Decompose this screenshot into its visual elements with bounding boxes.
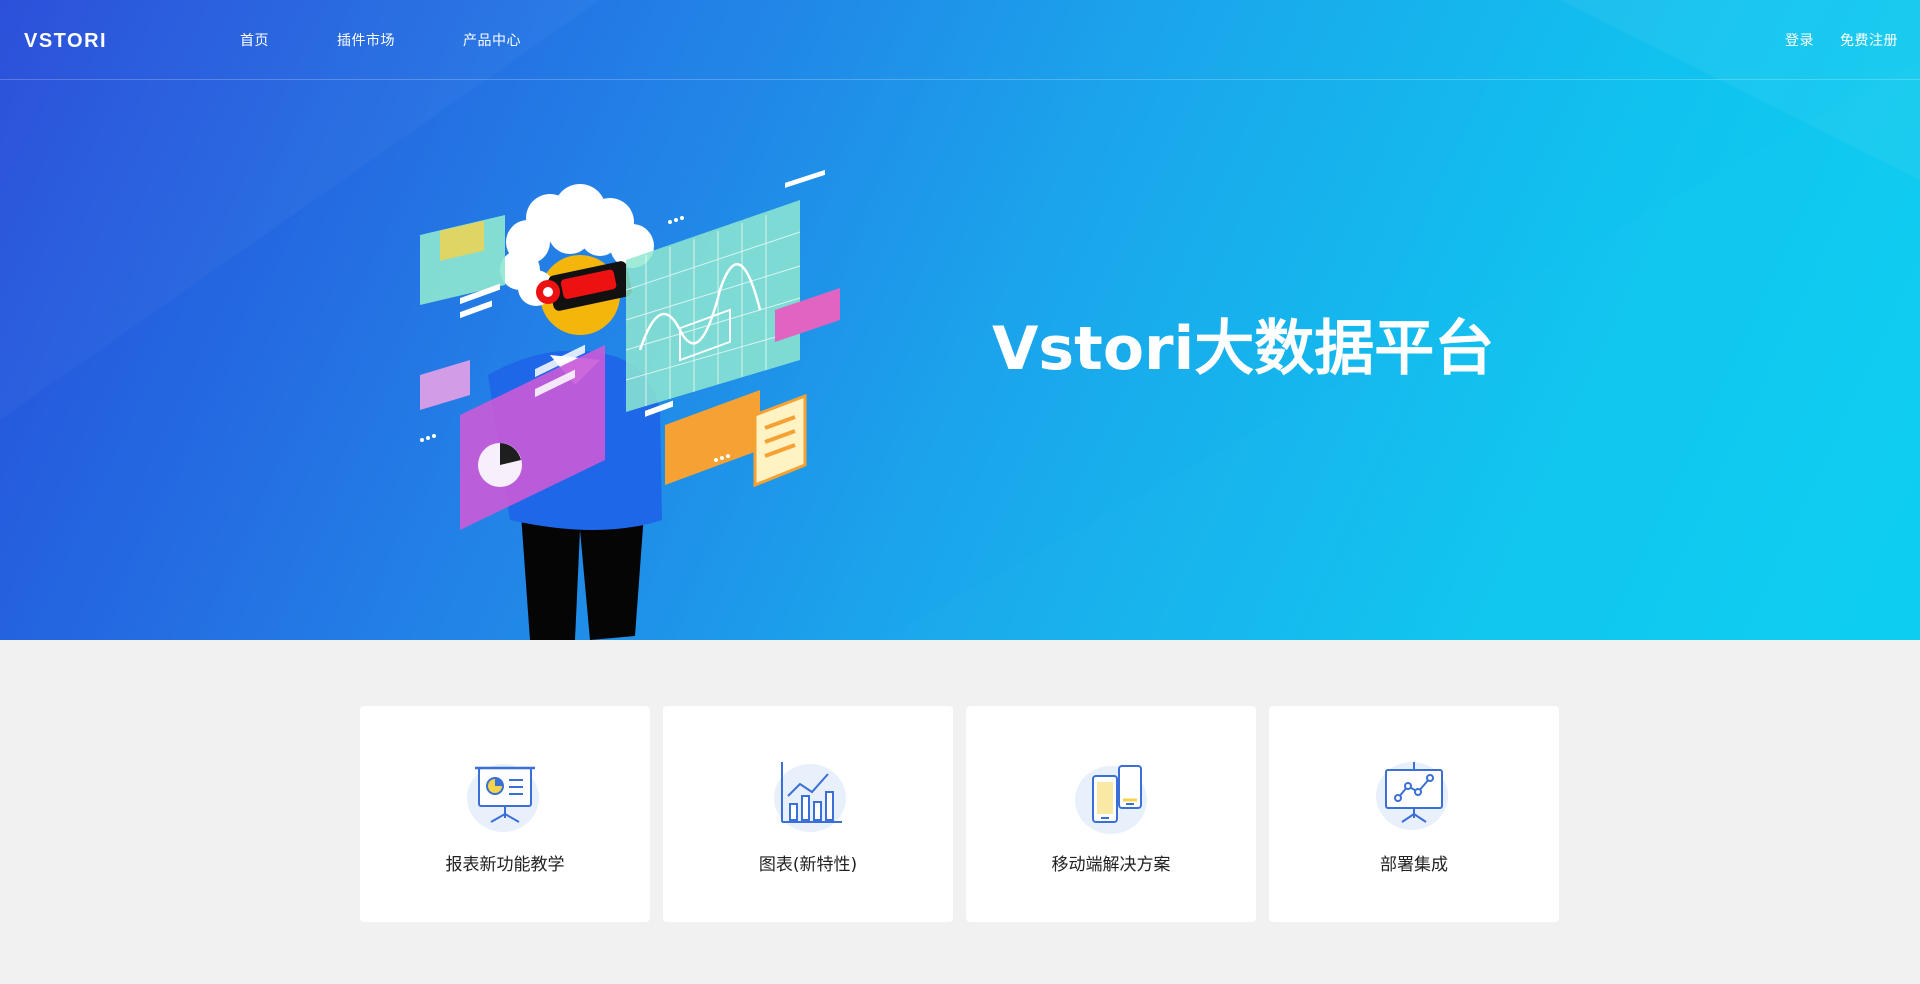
register-link[interactable]: 免费注册 (1840, 30, 1898, 50)
auth-links: 登录 免费注册 (1759, 0, 1898, 80)
login-link[interactable]: 登录 (1785, 30, 1814, 50)
vstori-logo[interactable]: VSTORI (24, 29, 146, 51)
feature-card-charts[interactable]: 图表(新特性) (663, 706, 953, 922)
card-label: 图表(新特性) (758, 855, 858, 875)
line-chart-board-icon (1376, 762, 1448, 830)
feature-card-report-tutorial[interactable]: 报表新功能教学 (360, 706, 650, 922)
bar-chart-icon (774, 762, 846, 832)
hero-banner: VSTORI 首页 插件市场 产品中心 登录 免费注册 Vstori大数据平台 (0, 0, 1920, 640)
hero-title: Vstori大数据平台 (992, 314, 1495, 384)
card-label: 部署集成 (1380, 855, 1448, 875)
mobile-devices-icon (1075, 765, 1147, 834)
svg-text:VSTORI: VSTORI (24, 30, 107, 51)
top-navbar: VSTORI 首页 插件市场 产品中心 登录 免费注册 (0, 0, 1920, 80)
hero-illustration (420, 170, 840, 640)
nav-plugin-market[interactable]: 插件市场 (337, 30, 395, 50)
feature-card-deploy[interactable]: 部署集成 (1269, 706, 1559, 922)
nav-product-center[interactable]: 产品中心 (463, 30, 521, 50)
card-label: 移动端解决方案 (1051, 855, 1171, 875)
main-nav: 首页 插件市场 产品中心 (240, 0, 589, 80)
card-label: 报表新功能教学 (445, 855, 565, 875)
presentation-board-icon (467, 764, 539, 832)
feature-card-mobile[interactable]: 移动端解决方案 (966, 706, 1256, 922)
nav-home[interactable]: 首页 (240, 30, 269, 50)
hero-background-stripes (0, 0, 1920, 640)
feature-cards: 报表新功能教学 图表(新特性) 移动端解决方案 部署集成 (360, 706, 1560, 922)
